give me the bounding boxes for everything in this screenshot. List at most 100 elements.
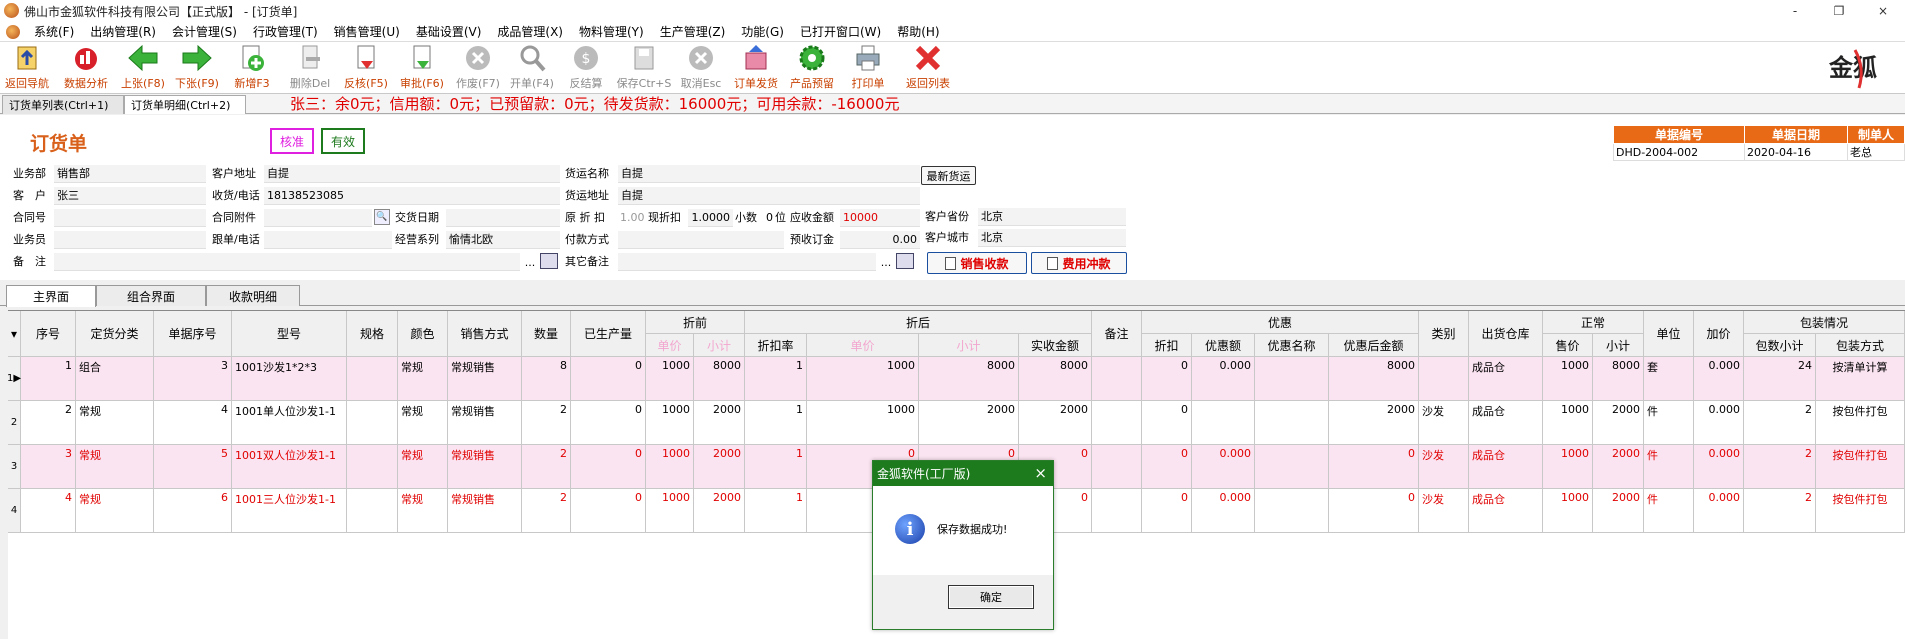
cell-promo-discount[interactable]: 0: [1142, 445, 1192, 489]
contract-attach-field[interactable]: [264, 209, 372, 227]
col-fixed-type[interactable]: 定货分类: [76, 311, 154, 357]
col-category[interactable]: 类别: [1419, 311, 1469, 357]
cell-doc-seq[interactable]: 6: [154, 489, 232, 533]
cell-model[interactable]: 1001双人位沙发1-1: [232, 445, 347, 489]
tab-main[interactable]: 主界面: [6, 285, 96, 307]
other-remark-save-icon[interactable]: [896, 253, 914, 269]
cell-warehouse[interactable]: 成品仓: [1469, 357, 1543, 401]
cell-sale-method[interactable]: 常规销售: [448, 445, 522, 489]
prev-button[interactable]: 上张(F8): [118, 42, 168, 94]
cell-sale-price[interactable]: 1000: [1543, 445, 1593, 489]
decimals-value[interactable]: 0: [766, 209, 773, 227]
cell-doc-seq[interactable]: 3: [154, 357, 232, 401]
cell-before-subtotal[interactable]: 2000: [694, 445, 745, 489]
delete-button[interactable]: 删除Del: [285, 42, 335, 94]
cell-sale-price[interactable]: 1000: [1543, 489, 1593, 533]
cell-paid[interactable]: 2000: [1019, 401, 1092, 445]
cell-pkg-subtotal[interactable]: 24: [1744, 357, 1816, 401]
cell-note[interactable]: [1092, 489, 1142, 533]
col-after-price[interactable]: 单价: [807, 334, 919, 357]
salesman-field[interactable]: [54, 231, 206, 249]
cell-markup[interactable]: 0.000: [1694, 357, 1744, 401]
cell-discount-rate[interactable]: 1: [745, 489, 807, 533]
col-promo-name[interactable]: 优惠名称: [1255, 334, 1329, 357]
dialog-ok-button[interactable]: 确定: [948, 585, 1034, 609]
prepay-field[interactable]: 0.00: [840, 231, 920, 249]
cust-province-field[interactable]: 北京: [978, 208, 1126, 226]
cust-city-field[interactable]: 北京: [978, 229, 1126, 247]
cell-note[interactable]: [1092, 357, 1142, 401]
cell-doc-seq[interactable]: 5: [154, 445, 232, 489]
cell-promo-amount[interactable]: 0.000: [1192, 489, 1255, 533]
cell-doc-seq[interactable]: 4: [154, 401, 232, 445]
cell-color[interactable]: 常规: [398, 445, 448, 489]
save-button[interactable]: 保存Ctr+S: [616, 42, 672, 94]
table-row[interactable]: 1▶ 1 组合 3 1001沙发1*2*3 常规 常规销售 8 0 1000 8…: [8, 357, 1905, 401]
cell-normal-subtotal[interactable]: 8000: [1593, 357, 1644, 401]
data-analysis-button[interactable]: 数据分析: [60, 42, 112, 94]
row-number[interactable]: 2: [8, 401, 21, 445]
cancel-button[interactable]: 取消Esc: [676, 42, 726, 94]
cell-fixed-type[interactable]: 常规: [76, 489, 154, 533]
cell-before-price[interactable]: 1000: [646, 401, 694, 445]
col-before-subtotal[interactable]: 小计: [694, 334, 745, 357]
cell-warehouse[interactable]: 成品仓: [1469, 401, 1543, 445]
cell-unit[interactable]: 件: [1644, 445, 1694, 489]
cell-qty[interactable]: 8: [522, 357, 571, 401]
cell-category[interactable]: 沙发: [1419, 401, 1469, 445]
col-promo-discount[interactable]: 折扣: [1142, 334, 1192, 357]
cell-discount-rate[interactable]: 1: [745, 445, 807, 489]
cell-before-subtotal[interactable]: 8000: [694, 357, 745, 401]
cell-markup[interactable]: 0.000: [1694, 489, 1744, 533]
col-spec[interactable]: 规格: [347, 311, 398, 357]
cell-fixed-type[interactable]: 常规: [76, 445, 154, 489]
col-before-price[interactable]: 单价: [646, 334, 694, 357]
menu-finished-goods[interactable]: 成品管理(X): [489, 23, 571, 40]
cell-markup[interactable]: 0.000: [1694, 445, 1744, 489]
cell-after-price[interactable]: 1000: [807, 401, 919, 445]
cell-note[interactable]: [1092, 445, 1142, 489]
cell-promo-amount[interactable]: [1192, 401, 1255, 445]
app-menu-icon[interactable]: [6, 24, 20, 39]
col-paid[interactable]: 实收金额: [1019, 334, 1092, 357]
col-discount-rate[interactable]: 折扣率: [745, 334, 807, 357]
other-remark-field[interactable]: [618, 253, 876, 271]
col-doc-seq[interactable]: 单据序号: [154, 311, 232, 357]
other-remark-more-button[interactable]: ...: [876, 253, 896, 272]
expense-offset-button[interactable]: 费用冲款: [1031, 252, 1127, 274]
col-markup[interactable]: 加价: [1694, 311, 1744, 357]
cell-produced[interactable]: 0: [571, 401, 646, 445]
cell-model[interactable]: 1001三人位沙发1-1: [232, 489, 347, 533]
cell-spec[interactable]: [347, 401, 398, 445]
cell-sale-price[interactable]: 1000: [1543, 357, 1593, 401]
restore-button[interactable]: ❐: [1817, 0, 1861, 22]
open-order-button[interactable]: 开单(F4): [506, 42, 558, 94]
cell-seq[interactable]: 4: [21, 489, 76, 533]
cell-pkg-subtotal[interactable]: 2: [1744, 401, 1816, 445]
cell-sale-method[interactable]: 常规销售: [448, 401, 522, 445]
cell-spec[interactable]: [347, 357, 398, 401]
menu-accounting[interactable]: 会计管理(S): [164, 23, 245, 40]
cell-model[interactable]: 1001单人位沙发1-1: [232, 401, 347, 445]
cell-qty[interactable]: 2: [522, 445, 571, 489]
cell-discount-rate[interactable]: 1: [745, 357, 807, 401]
print-button[interactable]: 打印单: [842, 42, 894, 94]
col-sale-price[interactable]: 售价: [1543, 334, 1593, 357]
cell-promo-discount[interactable]: 0: [1142, 401, 1192, 445]
cell-before-price[interactable]: 1000: [646, 489, 694, 533]
series-field[interactable]: 愉情北欧: [446, 231, 560, 249]
cell-before-subtotal[interactable]: 2000: [694, 401, 745, 445]
cell-pkg-method[interactable]: 按包件打包: [1816, 401, 1905, 445]
cell-color[interactable]: 常规: [398, 357, 448, 401]
cell-after-promo[interactable]: 0: [1329, 445, 1419, 489]
cell-unit[interactable]: 套: [1644, 357, 1694, 401]
cell-after-promo[interactable]: 8000: [1329, 357, 1419, 401]
row-number[interactable]: 1▶: [8, 357, 21, 401]
follow-phone-field[interactable]: [264, 231, 392, 249]
tab-combo[interactable]: 组合界面: [96, 285, 206, 306]
menu-production[interactable]: 生产管理(Z): [652, 23, 734, 40]
col-sale-method[interactable]: 销售方式: [448, 311, 522, 357]
cust-addr-field[interactable]: 自提: [264, 165, 560, 183]
cell-pkg-subtotal[interactable]: 2: [1744, 445, 1816, 489]
cell-pkg-method[interactable]: 按清单计算: [1816, 357, 1905, 401]
